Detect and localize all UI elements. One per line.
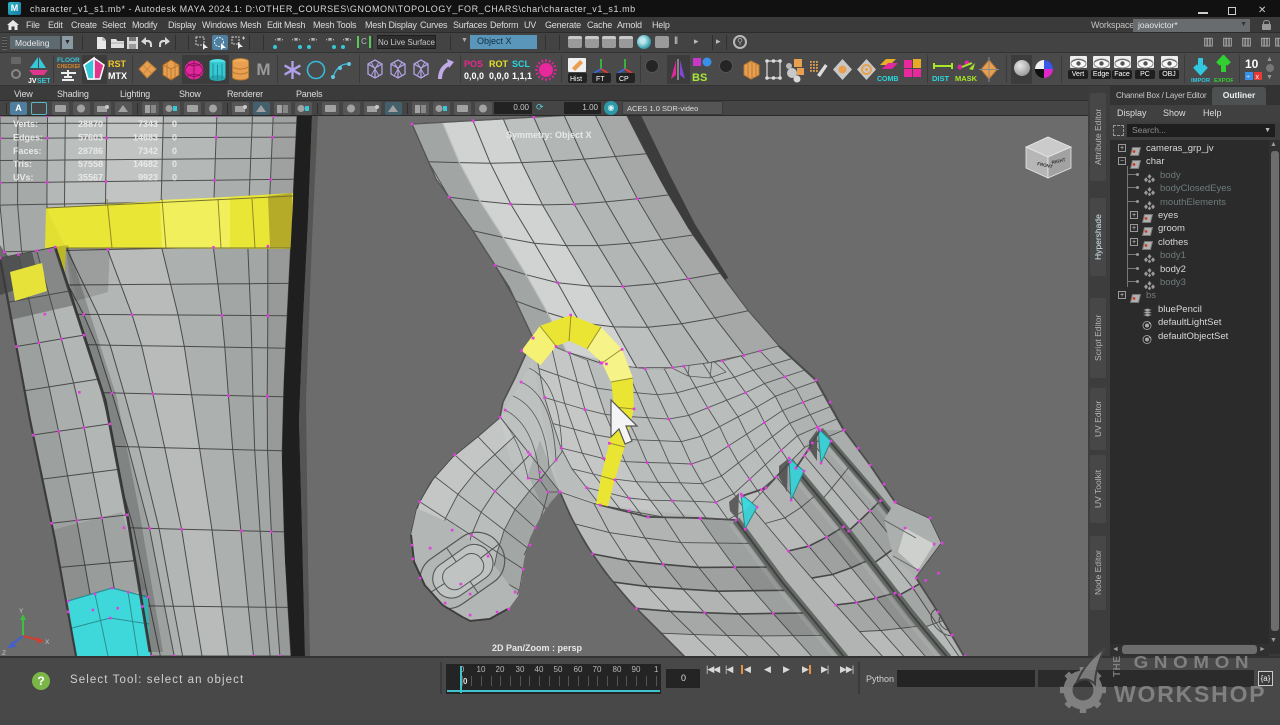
svg-text:Tris:: Tris: bbox=[13, 159, 32, 169]
svg-text:28870: 28870 bbox=[78, 119, 103, 129]
svg-text:0: 0 bbox=[172, 132, 177, 142]
svg-text:BS: BS bbox=[692, 72, 707, 84]
svg-text:Faces:: Faces: bbox=[13, 146, 42, 156]
svg-text:Symmetry: Object X: Symmetry: Object X bbox=[506, 130, 592, 140]
svg-text:1,1,1: 1,1,1 bbox=[512, 71, 532, 81]
svg-text:57558: 57558 bbox=[78, 159, 103, 169]
svg-text:SET: SET bbox=[37, 78, 50, 84]
svg-text:57603: 57603 bbox=[78, 132, 103, 142]
svg-text:POS: POS bbox=[464, 59, 483, 69]
svg-text:FT: FT bbox=[596, 76, 605, 83]
svg-text:9923: 9923 bbox=[138, 173, 158, 183]
svg-text:14682: 14682 bbox=[133, 159, 158, 169]
svg-text:14683: 14683 bbox=[133, 132, 158, 142]
svg-text:x: x bbox=[1256, 74, 1260, 81]
svg-text:MTX: MTX bbox=[108, 71, 127, 81]
svg-text:IMPORT: IMPORT bbox=[1191, 78, 1210, 84]
svg-text:7342: 7342 bbox=[138, 146, 158, 156]
svg-text:CP: CP bbox=[619, 76, 629, 83]
svg-text:÷: ÷ bbox=[1246, 74, 1250, 81]
svg-text:10: 10 bbox=[1245, 57, 1259, 71]
svg-text:COMB: COMB bbox=[877, 76, 898, 83]
svg-text:DIST: DIST bbox=[932, 74, 950, 83]
svg-text:0,0,0: 0,0,0 bbox=[489, 71, 509, 81]
svg-text:X: X bbox=[45, 639, 50, 646]
svg-text:28786: 28786 bbox=[78, 146, 103, 156]
svg-text:SCL: SCL bbox=[512, 59, 531, 69]
svg-text:2D Pan/Zoom : persp: 2D Pan/Zoom : persp bbox=[492, 643, 583, 653]
svg-text:0: 0 bbox=[172, 173, 177, 183]
svg-text:0: 0 bbox=[172, 159, 177, 169]
svg-text:0,0,0: 0,0,0 bbox=[464, 71, 484, 81]
svg-text:Hist: Hist bbox=[570, 76, 582, 83]
svg-text:UVs:: UVs: bbox=[13, 173, 34, 183]
svg-text:FLOOR: FLOOR bbox=[57, 57, 80, 64]
svg-text:Edges:: Edges: bbox=[13, 132, 43, 142]
svg-text:ROT: ROT bbox=[489, 59, 509, 69]
svg-text:Verts:: Verts: bbox=[13, 119, 38, 129]
svg-text:Y: Y bbox=[19, 608, 24, 615]
svg-text:MASK: MASK bbox=[955, 74, 977, 83]
svg-text:35567: 35567 bbox=[78, 173, 103, 183]
svg-text:EXPORT: EXPORT bbox=[1214, 78, 1233, 84]
svg-text:0: 0 bbox=[172, 119, 177, 129]
svg-text:CHECKER: CHECKER bbox=[57, 64, 80, 70]
svg-text:RST: RST bbox=[108, 59, 127, 69]
svg-text:0: 0 bbox=[172, 146, 177, 156]
svg-text:7343: 7343 bbox=[138, 119, 158, 129]
svg-text:JV: JV bbox=[28, 78, 37, 84]
